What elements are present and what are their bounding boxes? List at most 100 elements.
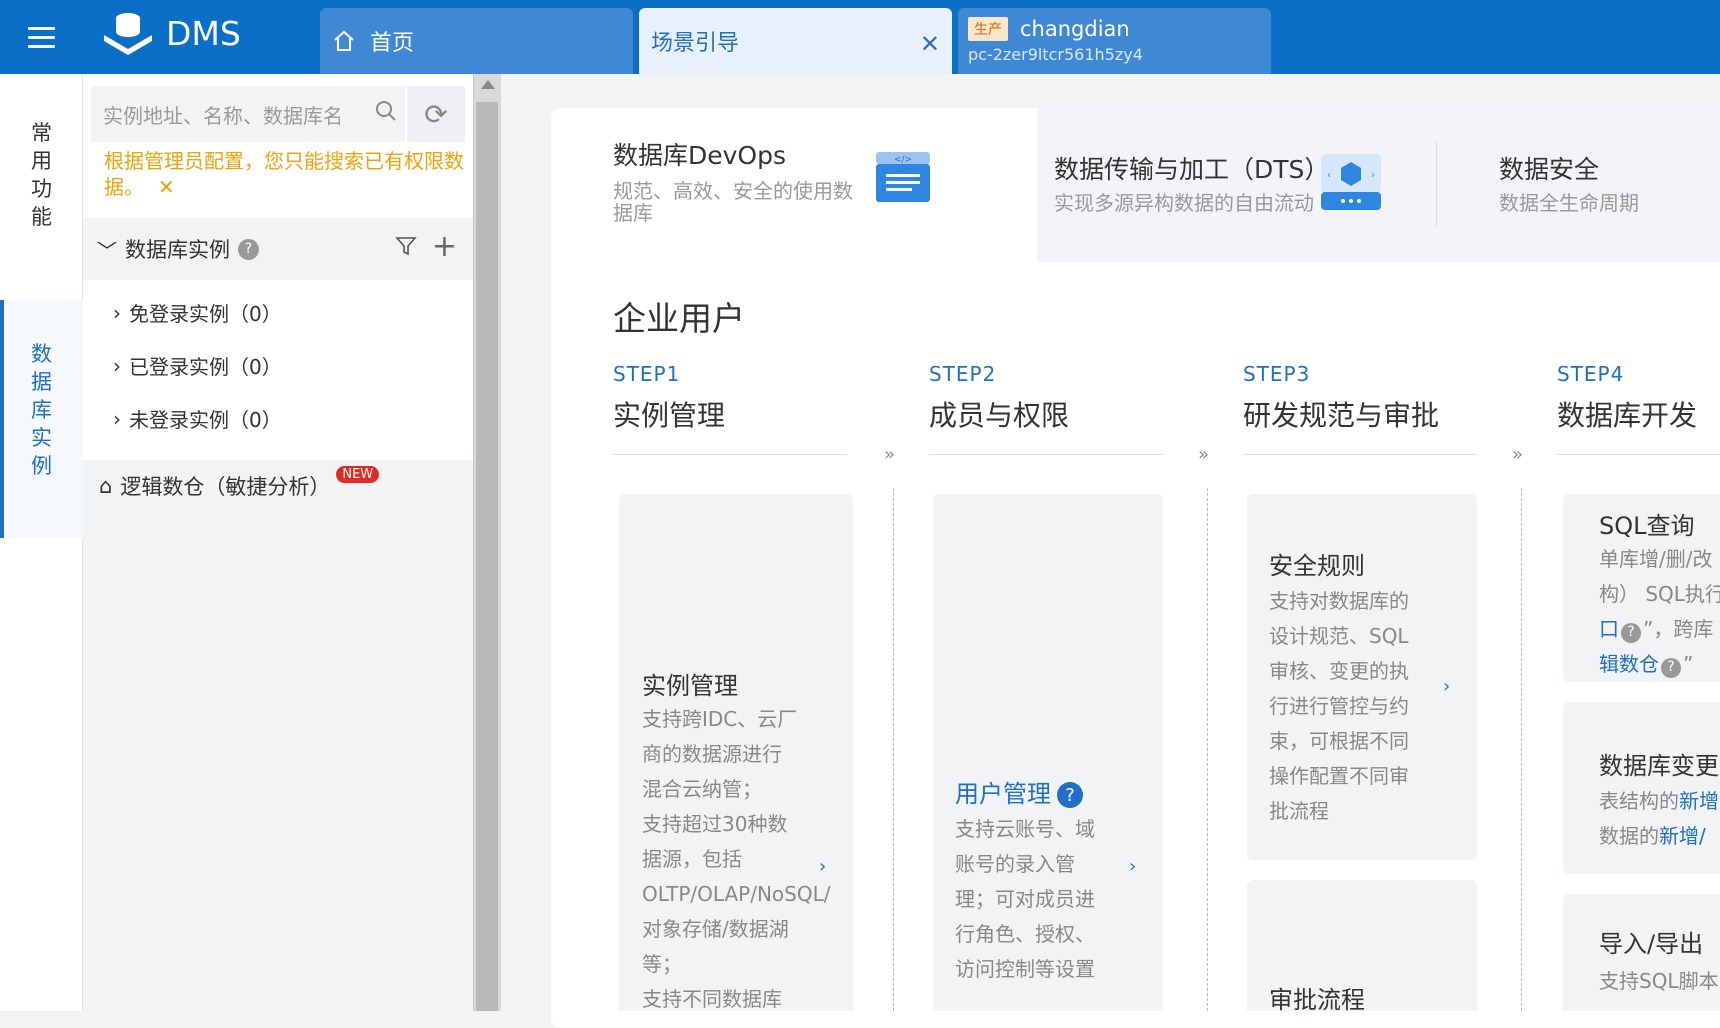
app-name: DMS — [166, 13, 241, 53]
card-title: 实例管理 — [642, 672, 738, 700]
nav-char: 例 — [31, 454, 52, 478]
desc-text: ” — [1683, 652, 1694, 676]
section-title: 企业用户 — [613, 299, 745, 338]
desc-line: 单库增/删/改 — [1599, 547, 1713, 571]
desc-line: 支持云账号、域 — [955, 817, 1095, 841]
card-import-export[interactable]: 导入/导出 支持SQL脚本 — [1563, 894, 1720, 1011]
tree-title: 数据库实例 — [125, 238, 230, 262]
scroll-up-arrow[interactable] — [481, 80, 495, 89]
chevron-right-icon: › — [113, 300, 121, 325]
step-separator — [1521, 488, 1522, 1011]
instance-name: changdian — [1020, 17, 1130, 41]
chevron-right-icon[interactable]: › — [1443, 676, 1450, 697]
tree-item-logged-in[interactable]: › 已登录实例（0） — [113, 351, 282, 380]
card-security-rules[interactable]: 安全规则 支持对数据库的 设计规范、SQL 审核、变更的执 行进行管控与约 束，… — [1247, 494, 1477, 860]
logic-label: 逻辑数仓（敏捷分析） — [120, 475, 331, 499]
nav-common-functions[interactable]: 常 用 功 能 — [0, 119, 83, 231]
card-user-management[interactable]: 用户管理? 支持云账号、域 账号的录入管 理；可对成员进 行角色、授权、 访问控… — [933, 494, 1163, 1011]
desc-line: 支持跨IDC、云厂 — [642, 707, 798, 731]
chevron-right-icon[interactable]: › — [819, 856, 826, 877]
refresh-icon: ⟳ — [424, 97, 448, 131]
nav-char: 常 — [31, 121, 52, 145]
step-underline — [1557, 454, 1720, 455]
scrollbar-thumb[interactable] — [476, 102, 498, 1011]
card-title-link[interactable]: 用户管理? — [955, 774, 1083, 809]
desc-text: ”，跨库 — [1643, 617, 1714, 641]
card-description: 表结构的新增 数据的新增/ — [1599, 784, 1720, 854]
card-description: 支持SQL脚本 — [1599, 969, 1719, 993]
instance-id: pc-2zer9ltcr561h5zy4 — [968, 45, 1143, 64]
card-sql-query[interactable]: SQL查询 单库增/删/改 构） SQL执行 口? ”，跨库 辑数仓?” — [1563, 494, 1720, 682]
add-instance-button[interactable]: + — [432, 229, 457, 264]
desc-link[interactable]: 口 — [1599, 617, 1619, 641]
tab-instance[interactable]: 生产 changdian pc-2zer9ltcr561h5zy4 — [958, 8, 1271, 74]
menu-icon[interactable] — [0, 0, 83, 74]
desc-line: 行角色、授权、 — [955, 922, 1095, 946]
chevron-down-icon[interactable]: ﹀ — [97, 235, 117, 264]
nav-database-instances[interactable]: 数 据 库 实 例 — [0, 300, 83, 538]
step-label: STEP2 — [929, 362, 997, 386]
desc-line: 支持超过30种数 — [642, 812, 788, 836]
step-underline — [1243, 454, 1477, 455]
desc-line: 批流程 — [1269, 799, 1329, 823]
app-logo[interactable]: DMS — [100, 8, 241, 58]
step-3: STEP3 研发规范与审批 — [1243, 362, 1439, 434]
tree-header[interactable]: ﹀ 数据库实例 ? + — [83, 218, 473, 280]
step-arrow-icon: » — [1512, 444, 1524, 465]
desc-line: 等； — [642, 952, 682, 976]
card-title: SQL查询 — [1599, 512, 1695, 540]
desc-link[interactable]: 新增 — [1679, 789, 1719, 813]
help-icon[interactable]: ? — [238, 238, 259, 260]
search-icon[interactable] — [375, 100, 405, 128]
desc-line: 口? ”，跨库 — [1599, 612, 1720, 647]
tree-item-not-logged-in[interactable]: › 未登录实例（0） — [113, 404, 282, 433]
step-title: 成员与权限 — [929, 399, 1070, 432]
card-title: 审批流程 — [1269, 986, 1365, 1011]
desc-line: 支持不同数据库 — [642, 987, 782, 1011]
tab-home-label: 首页 — [370, 31, 415, 56]
desc-line: 审核、变更的执 — [1269, 659, 1409, 683]
step-1: STEP1 实例管理 — [613, 362, 725, 434]
card-description: 单库增/删/改 构） SQL执行 口? ”，跨库 辑数仓?” — [1599, 542, 1720, 682]
card-title: 导入/导出 — [1599, 930, 1704, 958]
panel-scrollbar[interactable] — [473, 74, 501, 1011]
desc-line: 行进行管控与约 — [1269, 694, 1409, 718]
card-approval-flow[interactable]: 审批流程 — [1247, 880, 1477, 1011]
filter-icon[interactable] — [395, 235, 417, 263]
env-badge: 生产 — [968, 17, 1008, 41]
desc-line: 理；可对成员进 — [955, 887, 1095, 911]
logic-warehouse-item[interactable]: ⌂ 逻辑数仓（敏捷分析） NEW — [83, 460, 473, 512]
desc-text: 表结构的 — [1599, 789, 1679, 813]
nav-char: 用 — [31, 149, 52, 173]
card-instance-management[interactable]: 实例管理 支持跨IDC、云厂 商的数据源进行 混合云纳管； 支持超过30种数 据… — [619, 494, 853, 1011]
desc-link[interactable]: 辑数仓 — [1599, 652, 1659, 676]
refresh-button[interactable]: ⟳ — [407, 86, 465, 142]
help-icon[interactable]: ? — [1057, 782, 1083, 808]
help-icon[interactable]: ? — [1661, 657, 1681, 678]
desc-line: 操作配置不同审 — [1269, 764, 1409, 788]
step-4: STEP4 数据库开发 — [1557, 362, 1697, 434]
card-title: 用户管理 — [955, 780, 1051, 808]
tab-home[interactable]: 首页 — [320, 8, 633, 74]
desc-link[interactable]: 新增/ — [1659, 824, 1706, 848]
home-icon — [334, 30, 354, 51]
help-icon[interactable]: ? — [1621, 622, 1641, 643]
search-area: 实例地址、名称、数据库名 ⟳ 根据管理员配置，您只能搜索已有权限数据。 ✕ — [83, 74, 473, 218]
search-input[interactable]: 实例地址、名称、数据库名 — [91, 86, 405, 142]
step-separator — [1207, 488, 1208, 1011]
chevron-right-icon: › — [113, 406, 121, 431]
permission-notice: 根据管理员配置，您只能搜索已有权限数据。 ✕ — [104, 148, 466, 200]
search-placeholder: 实例地址、名称、数据库名 — [103, 103, 343, 128]
top-bar: DMS 首页 场景引导 ✕ 生产 changdian pc-2zer9ltcr56… — [0, 0, 1720, 74]
chevron-right-icon: › — [113, 353, 121, 378]
card-db-change[interactable]: 数据库变更 表结构的新增 数据的新增/ — [1563, 702, 1720, 874]
database-logo-icon — [104, 13, 152, 55]
close-notice-icon[interactable]: ✕ — [158, 175, 175, 199]
tree-item-no-login[interactable]: › 免登录实例（0） — [113, 298, 282, 327]
step-arrow-icon: » — [884, 444, 896, 465]
chevron-right-icon[interactable]: › — [1129, 856, 1136, 877]
close-icon[interactable]: ✕ — [920, 30, 940, 58]
tab-scene-guide[interactable]: 场景引导 ✕ — [639, 8, 952, 74]
step-label: STEP1 — [613, 362, 681, 386]
nav-char: 功 — [31, 177, 52, 201]
